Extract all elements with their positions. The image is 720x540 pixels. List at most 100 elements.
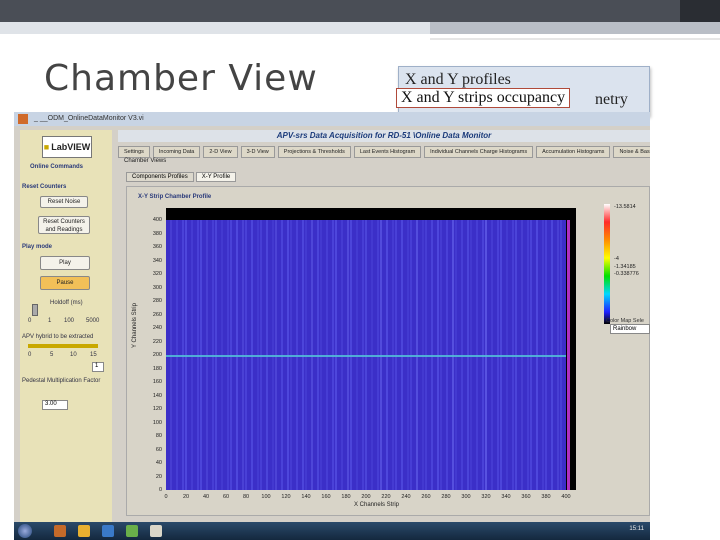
taskbar-window-icon[interactable] (150, 525, 162, 537)
tab-components-profiles[interactable]: Components Profiles (126, 172, 194, 182)
x-tick-label: 400 (561, 494, 571, 500)
tab-last-events[interactable]: Last Events Histogram (353, 146, 422, 158)
taskbar-clock: 15:11 (629, 526, 644, 532)
labview-screenshot: _ __ODM_OnlineDataMonitor V3.vi ■ LabVIEW… (14, 112, 650, 540)
hot-row-line (166, 355, 576, 357)
holdoff-slider-knob[interactable] (32, 304, 38, 316)
main-tabs: Settings Incoming Data 2-D View 3-D View… (118, 146, 650, 158)
tab-incoming-data[interactable]: Incoming Data (152, 146, 201, 158)
reset-noise-button[interactable]: Reset Noise (40, 196, 88, 208)
apv-value-field[interactable]: 1 (92, 362, 104, 372)
apv-tick-1: 5 (50, 352, 54, 358)
tab-noise-base[interactable]: Noise & Base (613, 146, 650, 158)
top-decor-dark (680, 0, 720, 22)
start-button-icon[interactable] (18, 524, 32, 538)
chamber-views-label: Chamber Views (124, 158, 167, 164)
holdoff-tick-3: 5000 (86, 318, 100, 324)
online-commands-label: Online Commands (30, 164, 84, 170)
callout-line1: X and Y profiles (405, 71, 511, 88)
app-title: APV-srs Data Acquisition for RD-51 \Onli… (276, 131, 492, 140)
x-tick-label: 20 (182, 494, 190, 500)
taskbar-app-icon[interactable] (54, 525, 66, 537)
callout-overlay: X and Y strips occupancy (396, 88, 571, 108)
y-tick-label: 340 (152, 257, 162, 264)
slide-title: Chamber View (44, 58, 318, 99)
labview-logo-icon: ■ (43, 142, 50, 152)
y-tick-label: 400 (152, 217, 162, 223)
x-tick-label: 280 (441, 494, 451, 500)
x-tick-label: 80 (242, 494, 250, 500)
x-tick-label: 60 (222, 494, 230, 500)
x-tick-label: 40 (202, 494, 210, 500)
y-tick-label: 80 (155, 433, 162, 439)
y-tick-label: 300 (152, 284, 162, 291)
slide: Chamber View X and Y profiles netry X an… (0, 0, 720, 540)
y-tick-label: 320 (152, 271, 162, 277)
apv-label: APV hybrid to be extracted (22, 334, 94, 340)
colorbar-label-3: -0.338776 (614, 271, 639, 277)
x-tick-label: 240 (401, 494, 411, 500)
tab-individual-channels[interactable]: Individual Channels Charge Histograms (424, 146, 534, 158)
plot-title: X-Y Strip Chamber Profile (138, 194, 212, 200)
y-tick-label: 100 (152, 419, 162, 426)
x-tick-label: 300 (461, 494, 471, 500)
x-tick-label: 340 (501, 494, 511, 500)
y-tick-label: 40 (155, 460, 162, 466)
holdoff-tick-2: 100 (64, 318, 75, 324)
pedestal-label: Pedestal Multiplication Factor (22, 378, 101, 384)
holdoff-label: Holdoff (ms) (50, 300, 83, 306)
x-tick-label: 140 (301, 494, 311, 500)
colormap-select[interactable]: Rainbow (610, 324, 650, 334)
x-tick-label: 180 (341, 494, 351, 500)
tab-2d-view[interactable]: 2-D View (203, 146, 238, 158)
vi-icon (18, 114, 28, 124)
y-tick-label: 240 (152, 325, 162, 331)
taskbar-folder-icon[interactable] (78, 525, 90, 537)
play-mode-label: Play mode (22, 244, 53, 250)
colorbar-label-0: -13.5814 (614, 204, 636, 210)
tab-xy-profile[interactable]: X-Y Profile (195, 172, 237, 182)
taskbar-labview-icon[interactable] (126, 525, 138, 537)
pause-button[interactable]: Pause (40, 276, 90, 290)
y-axis-label: Y Channels Strip (132, 303, 138, 348)
top-decor-bar-light (0, 22, 720, 34)
colorbar-label-2: -1.34185 (614, 264, 636, 270)
apv-tick-0: 0 (28, 352, 32, 358)
pedestal-value-field[interactable]: 3.00 (42, 400, 68, 410)
reset-counters-readings-button[interactable]: Reset Counters and Readings (38, 216, 90, 234)
x-tick-label: 100 (261, 494, 271, 500)
heatmap-plot-area[interactable] (166, 208, 576, 490)
window-titlebar: _ __ODM_OnlineDataMonitor V3.vi (14, 112, 650, 126)
plot-top-band (166, 208, 576, 220)
y-tick-label: 140 (152, 392, 162, 399)
tab-settings[interactable]: Settings (118, 146, 150, 158)
sub-tabs: Components Profiles X-Y Profile (126, 172, 237, 182)
y-tick-label: 380 (152, 230, 162, 237)
y-tick-label: 60 (155, 446, 162, 453)
x-tick-label: 160 (321, 494, 331, 500)
y-tick-label: 280 (152, 298, 162, 304)
apv-tick-3: 15 (90, 352, 97, 358)
window-title: _ __ODM_OnlineDataMonitor V3.vi (34, 115, 144, 122)
labview-logo-text: LabVIEW (51, 142, 91, 152)
holdoff-tick-1: 1 (48, 318, 52, 324)
y-tick-label: 360 (152, 244, 162, 250)
play-button[interactable]: Play (40, 256, 90, 270)
apv-tick-2: 10 (70, 352, 77, 358)
y-tick-label: 20 (155, 473, 162, 480)
taskbar-browser-icon[interactable] (102, 525, 114, 537)
apv-slider-track[interactable] (28, 344, 98, 348)
tab-3d-view[interactable]: 3-D View (240, 146, 275, 158)
holdoff-tick-0: 0 (28, 318, 32, 324)
tab-projections[interactable]: Projections & Thresholds (277, 146, 351, 158)
top-decor-accent (430, 22, 720, 34)
y-tick-label: 0 (158, 487, 162, 493)
x-tick-label: 120 (281, 494, 291, 500)
tab-accumulation[interactable]: Accumulation Histograms (536, 146, 611, 158)
reset-counters-label: Reset Counters (22, 184, 67, 190)
top-decor-bar (0, 0, 720, 22)
plot-right-edge (566, 208, 576, 490)
y-tick-label: 160 (152, 379, 162, 385)
y-tick-label: 200 (152, 352, 162, 358)
x-tick-label: 200 (361, 494, 371, 500)
